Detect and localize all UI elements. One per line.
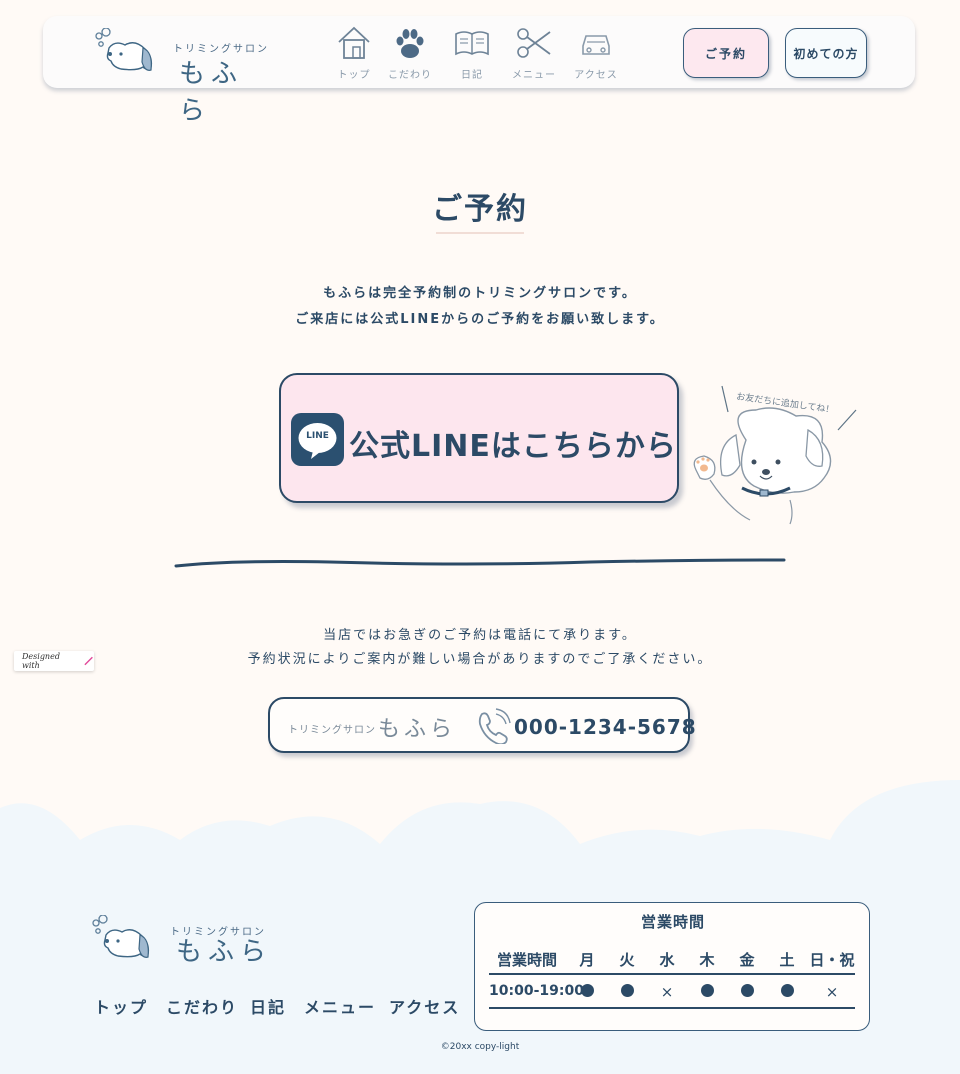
copyright: ©20xx copy-light [440,1042,520,1052]
hours-status-tue [611,983,643,1001]
logo[interactable]: トリミングサロン もふら [93,26,273,126]
hours-time: 10:00-19:00 [489,983,584,999]
title-underline [436,232,524,234]
first-visit-button[interactable]: 初めての方 [785,28,867,78]
nav-label: こだわり [388,70,432,81]
tel-note-line: 当店ではお急ぎのご予約は電話にて承ります。 [323,628,637,643]
line-icon-label: LINE [306,431,329,441]
footer-nav-diary[interactable]: 日記 [250,994,286,1018]
footer-nav-access[interactable]: アクセス [389,994,460,1018]
designed-with-badge[interactable]: Designed with [14,651,94,671]
hours-header: 金 [739,951,755,969]
hours-header: 営業時間 [497,951,558,969]
nav-item-top[interactable]: トップ [323,24,385,81]
closed-mark: × [660,983,674,1001]
closed-mark: × [825,983,839,1001]
open-dot [620,984,634,997]
scissors-icon [517,28,551,58]
business-hours-table: 営業時間 営業時間 月 火 水 木 金 土 日・祝 10:00-19:00 × … [474,902,870,1031]
footer-nav-top[interactable]: トップ [94,994,148,1018]
line-icon: LINE [291,413,344,466]
nav-item-kodawari[interactable]: こだわり [379,24,441,81]
tel-shop-name: もふら [378,717,457,742]
house-icon [338,26,370,59]
hours-header: 日・祝 [809,951,855,969]
nav-label: 日記 [461,70,483,81]
hours-title: 営業時間 [640,913,705,931]
hours-header: 月 [579,951,595,969]
nav-label: アクセス [574,70,618,81]
open-dot [780,984,794,997]
nav-label: メニュー [512,70,556,81]
hours-header: 土 [779,951,795,969]
logo-name: もふら [179,59,244,126]
book-icon [455,31,489,56]
paw-icon [396,29,424,58]
tel-shop-subtitle: トリミングサロン [288,725,376,736]
hours-rule [489,973,855,975]
site-header: トリミングサロン もふら トップ こだわり 日記 メニュー アクセス ご予約 初… [43,16,915,126]
hours-status-fri [731,983,763,1001]
hours-header: 水 [659,951,675,969]
hours-status-sat [771,983,803,1001]
hours-rule [489,1007,855,1009]
hours-status-mon [571,983,603,1001]
line-button-label: 公式LINEはこちらから [349,429,677,464]
dog-logo-icon [92,915,150,958]
footer-nav-menu[interactable]: メニュー [304,994,376,1018]
hours-status-wed: × [651,983,683,1001]
intro-line: もふらは完全予約制のトリミングサロンです。 [323,286,637,301]
tel-note-line: 予約状況によりご案内が難しい場合がありますのでご了承ください。 [247,652,713,667]
open-dot [700,984,714,997]
pencil-icon [84,656,93,666]
nav-item-menu[interactable]: メニュー [503,24,565,81]
phone-number: 000-1234-5678 [514,715,697,739]
hours-status-sun-holiday: × [807,983,857,1001]
open-dot [740,984,754,997]
nav-item-diary[interactable]: 日記 [441,24,503,81]
open-dot [580,984,594,997]
designed-with-label: Designed with [22,652,60,670]
section-divider [174,558,786,568]
nav-label: トップ [337,70,371,81]
hours-header: 火 [619,951,635,969]
page-title: ご予約 [432,192,528,227]
dog-logo-icon [95,28,153,71]
phone-icon [478,708,511,744]
hours-status-thu [691,983,723,1001]
footer-logo[interactable]: トリミングサロン もふら [90,915,280,975]
car-icon [582,35,610,55]
line-button[interactable]: LINE 公式LINEはこちらから [279,373,679,503]
footer-nav-kodawari[interactable]: こだわり [166,994,238,1018]
intro-text: もふらは完全予約制のトリミングサロンです。 ご来店には公式LINEからのご予約を… [0,281,960,333]
reserve-button[interactable]: ご予約 [683,28,769,78]
phone-button[interactable]: トリミングサロン もふら 000-1234-5678 [268,697,696,753]
tel-note: 当店ではお急ぎのご予約は電話にて承ります。 予約状況によりご案内が難しい場合があ… [0,624,960,672]
hours-header: 木 [699,951,715,969]
nav-item-access[interactable]: アクセス [565,24,627,81]
footer-logo-name: もふら [176,937,273,967]
intro-line: ご来店には公式LINEからのご予約をお願い致します。 [295,312,665,327]
